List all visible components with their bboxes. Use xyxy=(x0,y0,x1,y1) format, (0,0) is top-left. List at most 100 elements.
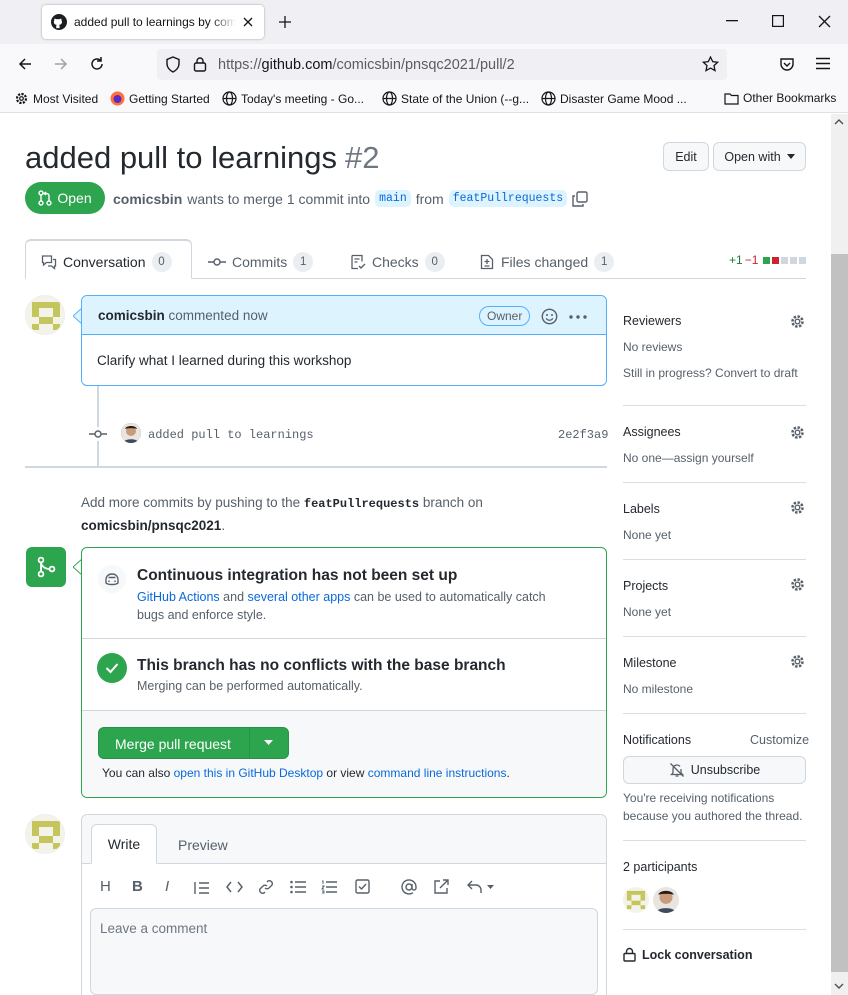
bookmark-disaster-game[interactable]: Disaster Game Mood ... xyxy=(541,91,687,106)
gear-icon[interactable] xyxy=(789,499,806,516)
tab-preview[interactable]: Preview xyxy=(178,837,228,853)
participant-avatar[interactable] xyxy=(623,887,649,913)
comment-time[interactable]: commented now xyxy=(169,308,268,323)
tab-preview-label: Preview xyxy=(178,837,228,853)
open-desktop-link[interactable]: open this in GitHub Desktop xyxy=(174,766,323,780)
quote-icon[interactable] xyxy=(194,881,210,895)
comment-textarea[interactable]: Leave a comment xyxy=(90,908,598,995)
gear-icon[interactable] xyxy=(789,424,806,441)
heading-tool[interactable]: H xyxy=(100,878,111,895)
github-actions-link[interactable]: GitHub Actions xyxy=(137,590,220,604)
author-link[interactable]: comicsbin xyxy=(113,191,182,207)
base-branch[interactable]: main xyxy=(375,190,411,207)
commit-sha[interactable]: 2e2f3a9 xyxy=(558,428,608,442)
open-with-button[interactable]: Open with xyxy=(713,142,806,171)
bookmark-label: Today's meeting - Go... xyxy=(241,91,365,106)
reviewers-heading[interactable]: Reviewers xyxy=(623,314,681,328)
ordered-list-icon[interactable] xyxy=(321,880,337,894)
gear-icon xyxy=(15,92,28,105)
projects-heading[interactable]: Projects xyxy=(623,579,668,593)
close-window-icon[interactable] xyxy=(818,15,831,28)
reply-icon[interactable] xyxy=(467,880,495,894)
commit-message[interactable]: added pull to learnings xyxy=(148,428,314,442)
kebab-horizontal-icon[interactable] xyxy=(569,315,587,319)
tab-files-changed[interactable]: Files changed 1 xyxy=(479,252,615,272)
participant-avatar[interactable] xyxy=(653,887,679,913)
labels-heading[interactable]: Labels xyxy=(623,502,660,516)
convert-to-draft-link[interactable]: Still in progress? Convert to draft xyxy=(623,366,798,380)
avatar[interactable] xyxy=(25,295,65,335)
scrollbar-thumb[interactable] xyxy=(831,254,848,972)
bookmark-most-visited[interactable]: Most Visited xyxy=(14,91,98,106)
bookmark-todays-meeting[interactable]: Today's meeting - Go... xyxy=(222,91,364,106)
italic-tool[interactable]: I xyxy=(165,878,169,895)
reload-icon[interactable] xyxy=(89,56,105,72)
avatar[interactable] xyxy=(25,814,65,854)
tab-label: Commits xyxy=(232,254,288,270)
tab-commits[interactable]: Commits 1 xyxy=(208,252,314,272)
bold-tool[interactable]: B xyxy=(132,878,143,895)
maximize-icon[interactable] xyxy=(772,15,784,27)
comment-author[interactable]: comicsbin xyxy=(98,308,165,323)
merge-pull-request-button[interactable]: Merge pull request xyxy=(98,727,289,759)
additions-count: +1 xyxy=(729,253,743,267)
browser-tab[interactable]: added pull to learnings by comicsbin xyxy=(42,5,264,39)
minimize-icon[interactable] xyxy=(726,20,738,22)
command-line-link[interactable]: command line instructions xyxy=(368,766,507,780)
ci-title: Continuous integration has not been set … xyxy=(137,567,458,584)
bookmark-state-of-union[interactable]: State of the Union (--g... xyxy=(382,91,529,106)
cross-reference-icon[interactable] xyxy=(433,879,450,895)
unsubscribe-button[interactable]: Unsubscribe xyxy=(623,756,806,784)
copy-icon[interactable] xyxy=(572,190,588,207)
ci-rest2: bugs and enforce style. xyxy=(137,608,267,622)
shield-icon[interactable] xyxy=(165,56,181,73)
gear-icon[interactable] xyxy=(789,653,806,670)
tab-write[interactable]: Write xyxy=(91,824,157,864)
lock-icon[interactable] xyxy=(193,56,207,72)
gear-icon[interactable] xyxy=(789,576,806,593)
status-label: Open xyxy=(57,190,92,206)
customize-link[interactable]: Customize xyxy=(750,733,809,747)
back-arrow-icon[interactable] xyxy=(17,56,33,72)
gear-icon[interactable] xyxy=(789,313,806,330)
code-icon[interactable] xyxy=(226,881,243,893)
assignees-heading[interactable]: Assignees xyxy=(623,425,681,439)
tab-checks[interactable]: Checks 0 xyxy=(350,252,445,272)
mention-icon[interactable] xyxy=(401,879,417,895)
push-hint-prefix: Add more commits by pushing to the xyxy=(81,495,301,510)
assign-yourself-link[interactable]: No one—assign yourself xyxy=(623,451,754,465)
copilot-icon xyxy=(105,573,119,586)
hamburger-menu-icon[interactable] xyxy=(816,57,830,70)
caret-down-icon[interactable] xyxy=(264,740,273,745)
checklist-icon xyxy=(351,254,366,270)
bookmark-label: Getting Started xyxy=(129,91,210,106)
smiley-icon[interactable] xyxy=(541,308,558,325)
commit-author-avatar[interactable] xyxy=(121,423,141,443)
sidebar-divider xyxy=(623,636,806,637)
url-text[interactable]: https://github.com/comicsbin/pnsqc2021/p… xyxy=(218,57,515,73)
bookmark-other[interactable]: Other Bookmarks xyxy=(724,91,836,105)
check-badge xyxy=(97,653,127,683)
unordered-list-icon[interactable] xyxy=(290,880,306,894)
lock-conversation-link[interactable]: Lock conversation xyxy=(623,947,752,962)
forward-arrow-icon[interactable] xyxy=(53,56,69,72)
bookmark-star-icon[interactable] xyxy=(702,56,719,72)
globe-icon xyxy=(541,91,556,106)
bookmarks-toolbar: Most Visited Getting Started Today's mee… xyxy=(0,86,848,113)
person-photo-icon xyxy=(653,887,679,913)
head-branch[interactable]: featPullrequests xyxy=(448,190,568,207)
close-tab-icon[interactable] xyxy=(242,16,254,28)
new-tab-icon[interactable] xyxy=(278,15,292,29)
tab-conversation[interactable]: Conversation 0 xyxy=(41,252,172,272)
tasklist-icon[interactable] xyxy=(355,879,370,894)
bookmark-getting-started[interactable]: Getting Started xyxy=(110,91,210,106)
pocket-icon[interactable] xyxy=(779,56,795,72)
meta-text: wants to merge 1 commit into xyxy=(187,190,371,207)
scroll-up-icon[interactable] xyxy=(834,118,844,125)
other-apps-link[interactable]: several other apps xyxy=(248,590,351,604)
push-hint-repo[interactable]: comicsbin/pnsqc2021 xyxy=(81,518,221,533)
milestone-heading[interactable]: Milestone xyxy=(623,656,677,670)
link-icon[interactable] xyxy=(258,879,274,895)
scroll-down-icon[interactable] xyxy=(834,983,844,990)
edit-button[interactable]: Edit xyxy=(663,142,709,171)
